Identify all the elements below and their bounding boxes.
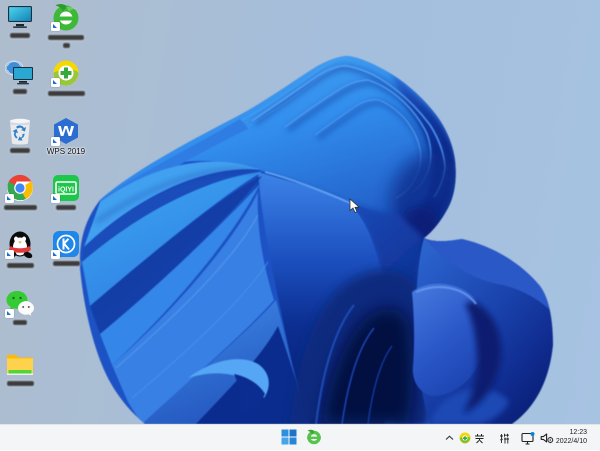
svg-text:iQIYI: iQIYI: [58, 187, 74, 194]
